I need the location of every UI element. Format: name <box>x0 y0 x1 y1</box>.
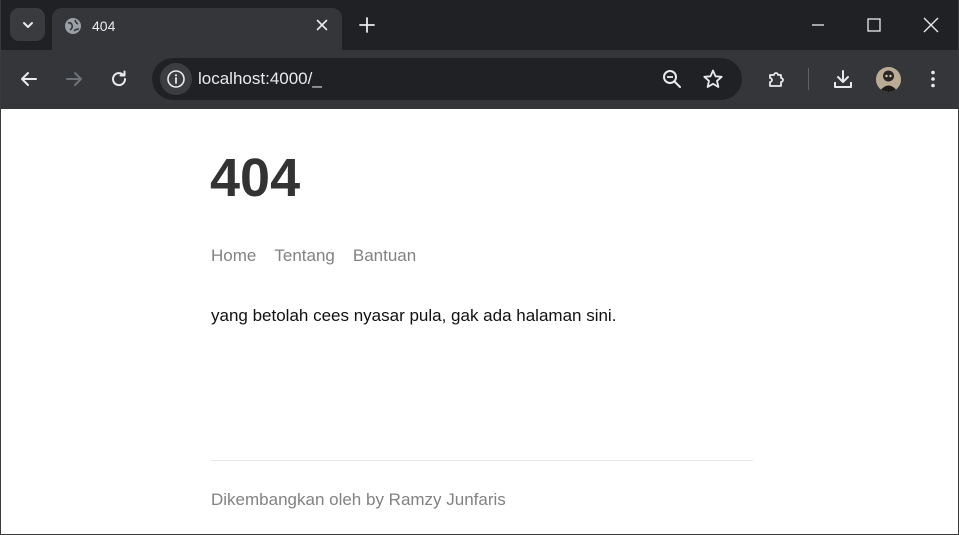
puzzle-icon[interactable] <box>766 68 788 90</box>
site-info-button[interactable] <box>160 63 192 95</box>
minimize-icon[interactable] <box>807 14 829 36</box>
close-icon[interactable] <box>314 17 330 33</box>
maximize-icon[interactable] <box>863 14 885 36</box>
page-title: 404 <box>210 148 301 208</box>
toolbar-separator <box>808 68 809 90</box>
address-bar[interactable]: localhost:4000/_ <box>152 58 742 100</box>
nav-link-bantuan[interactable]: Bantuan <box>353 246 416 266</box>
footer-credit: Dikembangkan oleh by Ramzy Junfaris <box>211 490 506 509</box>
footer-divider <box>211 460 753 461</box>
download-icon[interactable] <box>832 68 854 90</box>
star-icon[interactable] <box>702 68 724 90</box>
site-nav: Home Tentang Bantuan <box>211 246 416 266</box>
profile-avatar[interactable] <box>876 67 901 92</box>
tab-title: 404 <box>92 18 116 34</box>
tab-active[interactable]: 404 <box>52 8 342 50</box>
browser-window: 404 localhost:4000/_ 404 Home Tentang Ba… <box>0 0 959 535</box>
avatar-image <box>876 67 901 92</box>
plus-icon[interactable] <box>357 15 377 35</box>
nav-link-home[interactable]: Home <box>211 246 256 266</box>
info-icon <box>167 70 185 88</box>
not-found-message: yang betolah cees nyasar pula, gak ada h… <box>211 306 617 325</box>
back-arrow-icon[interactable] <box>18 68 40 90</box>
globe-icon <box>65 18 81 34</box>
page-content: 404 Home Tentang Bantuan yang betolah ce… <box>1 109 958 534</box>
close-window-icon[interactable] <box>920 14 942 36</box>
toolbar: localhost:4000/_ <box>1 50 958 109</box>
nav-link-tentang[interactable]: Tentang <box>274 246 335 266</box>
chevron-down-icon <box>22 21 33 28</box>
reload-icon[interactable] <box>108 68 130 90</box>
kebab-menu-icon[interactable] <box>922 68 944 90</box>
url-text[interactable]: localhost:4000/_ <box>198 69 322 89</box>
tab-search-button[interactable] <box>10 8 45 41</box>
zoom-out-icon[interactable] <box>661 68 683 90</box>
forward-arrow-icon[interactable] <box>63 68 85 90</box>
tab-strip: 404 <box>1 0 958 50</box>
